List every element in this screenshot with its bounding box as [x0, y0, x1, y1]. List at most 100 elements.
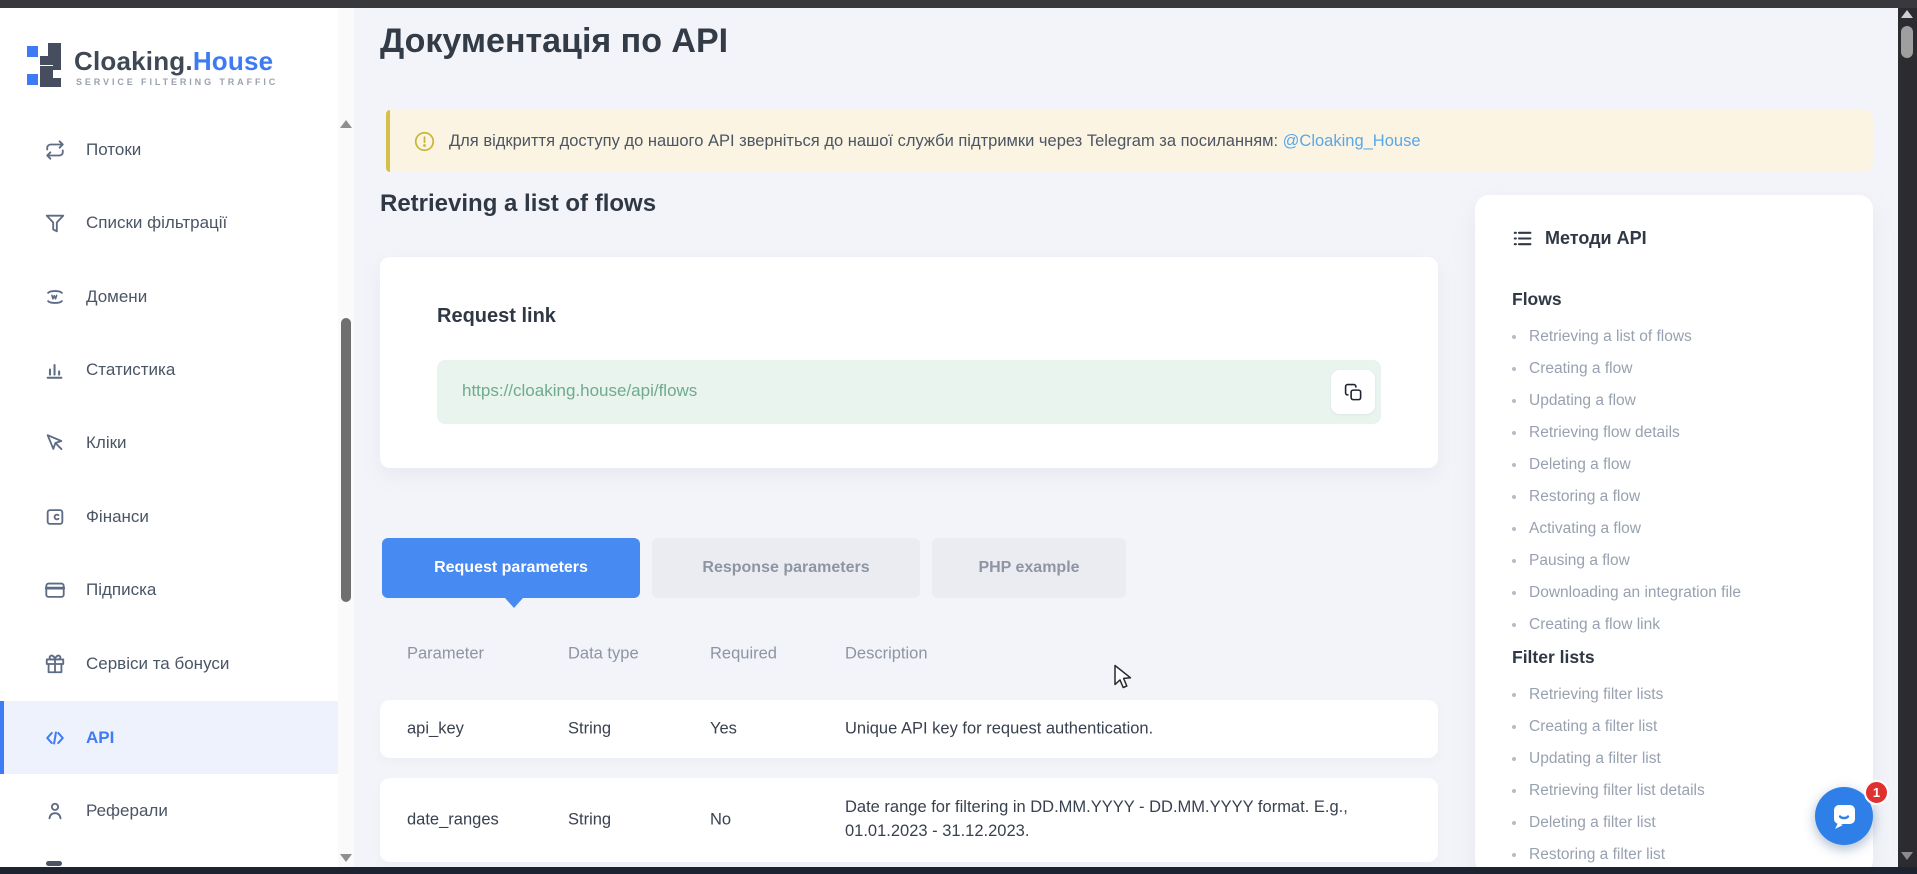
- column-header-data-type: Data type: [568, 643, 663, 664]
- method-link-label: Restoring a flow: [1529, 488, 1640, 506]
- bullet-dot: [1512, 591, 1516, 595]
- sidebar-item-finances[interactable]: Фінанси: [0, 480, 338, 553]
- method-link[interactable]: Pausing a flow: [1512, 545, 1630, 577]
- tab-response-parameters[interactable]: Response parameters: [652, 538, 920, 598]
- sidebar-item-services[interactable]: Сервіси та бонуси: [0, 627, 338, 700]
- bullet-dot: [1512, 431, 1516, 435]
- sidebar-item-filter-lists[interactable]: Списки фільтрації: [0, 186, 338, 259]
- method-link-label: Pausing a flow: [1529, 552, 1630, 570]
- method-link-label: Retrieving filter list details: [1529, 782, 1705, 800]
- method-link[interactable]: Retrieving filter list details: [1512, 775, 1705, 807]
- table-row: date_ranges String No Date range for fil…: [380, 778, 1438, 862]
- cell-description: Unique API key for request authenticatio…: [845, 720, 1385, 739]
- method-link-label: Retrieving flow details: [1529, 424, 1680, 442]
- bullet-dot: [1512, 399, 1516, 403]
- cell-data-type: String: [568, 720, 663, 739]
- methods-section-flows: Flows: [1512, 289, 1562, 310]
- statistics-icon: [44, 359, 66, 381]
- page-scrollbar-thumb[interactable]: [1901, 26, 1913, 58]
- request-url: https://cloaking.house/api/flows: [462, 381, 697, 401]
- method-link[interactable]: Retrieving a list of flows: [1512, 321, 1692, 353]
- method-link[interactable]: Creating a flow: [1512, 353, 1632, 385]
- sidebar-item-statistics[interactable]: Статистика: [0, 333, 338, 406]
- method-link[interactable]: Downloading an integration file: [1512, 577, 1741, 609]
- sidebar-item-label: Реферали: [86, 801, 168, 821]
- method-link-label: Retrieving a list of flows: [1529, 328, 1692, 346]
- bullet-dot: [1512, 335, 1516, 339]
- column-header-parameter: Parameter: [407, 645, 484, 664]
- brand-tagline: SERVICE FILTERING TRAFFIC: [76, 77, 278, 87]
- methods-section-filter-lists: Filter lists: [1512, 647, 1595, 668]
- method-link[interactable]: Activating a flow: [1512, 513, 1641, 545]
- bullet-dot: [1512, 693, 1516, 697]
- method-link[interactable]: Updating a flow: [1512, 385, 1636, 417]
- sidebar-item-domains[interactable]: Домени: [0, 260, 338, 333]
- method-link[interactable]: Updating a filter list: [1512, 743, 1661, 775]
- method-link-label: Retrieving filter lists: [1529, 686, 1663, 704]
- brand-name-dark: Cloaking.: [74, 46, 193, 76]
- tab-php-example[interactable]: PHP example: [932, 538, 1126, 598]
- sidebar-item-label: Фінанси: [86, 507, 149, 527]
- finances-icon: [44, 506, 66, 528]
- copy-icon: [1344, 383, 1363, 402]
- sidebar-item-referrals[interactable]: Реферали: [0, 774, 338, 847]
- page-scrollbar: [1898, 0, 1917, 874]
- sidebar-item-partial-icon: [46, 861, 62, 866]
- cell-required: Yes: [710, 720, 737, 739]
- method-link-label: Deleting a filter list: [1529, 814, 1656, 832]
- scroll-up-arrow-icon[interactable]: [340, 120, 352, 128]
- subscription-icon: [44, 579, 66, 601]
- referrals-icon: [44, 800, 66, 822]
- bullet-dot: [1512, 623, 1516, 627]
- cell-parameter: date_ranges: [407, 811, 499, 830]
- sidebar-item-flows[interactable]: Потоки: [0, 113, 338, 186]
- bullet-dot: [1512, 559, 1516, 563]
- api-icon: [44, 727, 66, 749]
- services-icon: [44, 653, 66, 675]
- copy-button[interactable]: [1331, 370, 1375, 414]
- tab-label: Response parameters: [702, 559, 869, 577]
- sidebar-item-api[interactable]: API: [0, 701, 338, 774]
- sidebar-item-label: Статистика: [86, 360, 175, 380]
- scroll-up-arrow-icon[interactable]: [1901, 10, 1913, 18]
- scroll-down-arrow-icon[interactable]: [1901, 852, 1913, 860]
- column-header-required: Required: [710, 645, 777, 664]
- sidebar-item-label: Домени: [86, 287, 147, 307]
- method-link[interactable]: Retrieving flow details: [1512, 417, 1680, 449]
- api-methods-panel: Методи API Flows Retrieving a list of fl…: [1475, 195, 1873, 874]
- cell-parameter: api_key: [407, 720, 464, 739]
- chat-bubble-icon: [1829, 801, 1859, 831]
- brand-logo-icon: [27, 41, 65, 89]
- method-link[interactable]: Restoring a flow: [1512, 481, 1640, 513]
- sidebar-item-clicks[interactable]: Кліки: [0, 406, 338, 479]
- banner-text: Для відкриття доступу до нашого API звер…: [449, 132, 1421, 151]
- bullet-dot: [1512, 495, 1516, 499]
- method-link[interactable]: Creating a filter list: [1512, 711, 1657, 743]
- method-link[interactable]: Retrieving filter lists: [1512, 679, 1663, 711]
- method-link-label: Downloading an integration file: [1529, 584, 1741, 602]
- method-link[interactable]: Deleting a flow: [1512, 449, 1631, 481]
- bullet-dot: [1512, 527, 1516, 531]
- tab-label: Request parameters: [434, 559, 588, 577]
- sidebar-item-subscription[interactable]: Підписка: [0, 553, 338, 626]
- method-link[interactable]: Creating a flow link: [1512, 609, 1660, 641]
- request-link-title: Request link: [437, 305, 556, 328]
- bullet-dot: [1512, 463, 1516, 467]
- domains-icon: [44, 286, 66, 308]
- method-link[interactable]: Deleting a filter list: [1512, 807, 1656, 839]
- tab-request-parameters[interactable]: Request parameters: [382, 538, 640, 598]
- method-link-label: Creating a flow link: [1529, 616, 1660, 634]
- bullet-dot: [1512, 725, 1516, 729]
- sidebar: Cloaking.House SERVICE FILTERING TRAFFIC…: [0, 8, 338, 867]
- method-link-label: Creating a flow: [1529, 360, 1632, 378]
- telegram-link[interactable]: @Cloaking_House: [1283, 132, 1421, 150]
- cell-data-type: String: [568, 811, 663, 830]
- column-header-description: Description: [845, 645, 1385, 664]
- methods-panel-title: Методи API: [1545, 228, 1647, 249]
- window-top-edge: [0, 0, 1917, 8]
- bullet-dot: [1512, 367, 1516, 371]
- sidebar-scrollbar-thumb[interactable]: [341, 318, 351, 602]
- bullet-dot: [1512, 853, 1516, 857]
- scroll-down-arrow-icon[interactable]: [340, 854, 352, 862]
- sidebar-item-label: Списки фільтрації: [86, 213, 227, 233]
